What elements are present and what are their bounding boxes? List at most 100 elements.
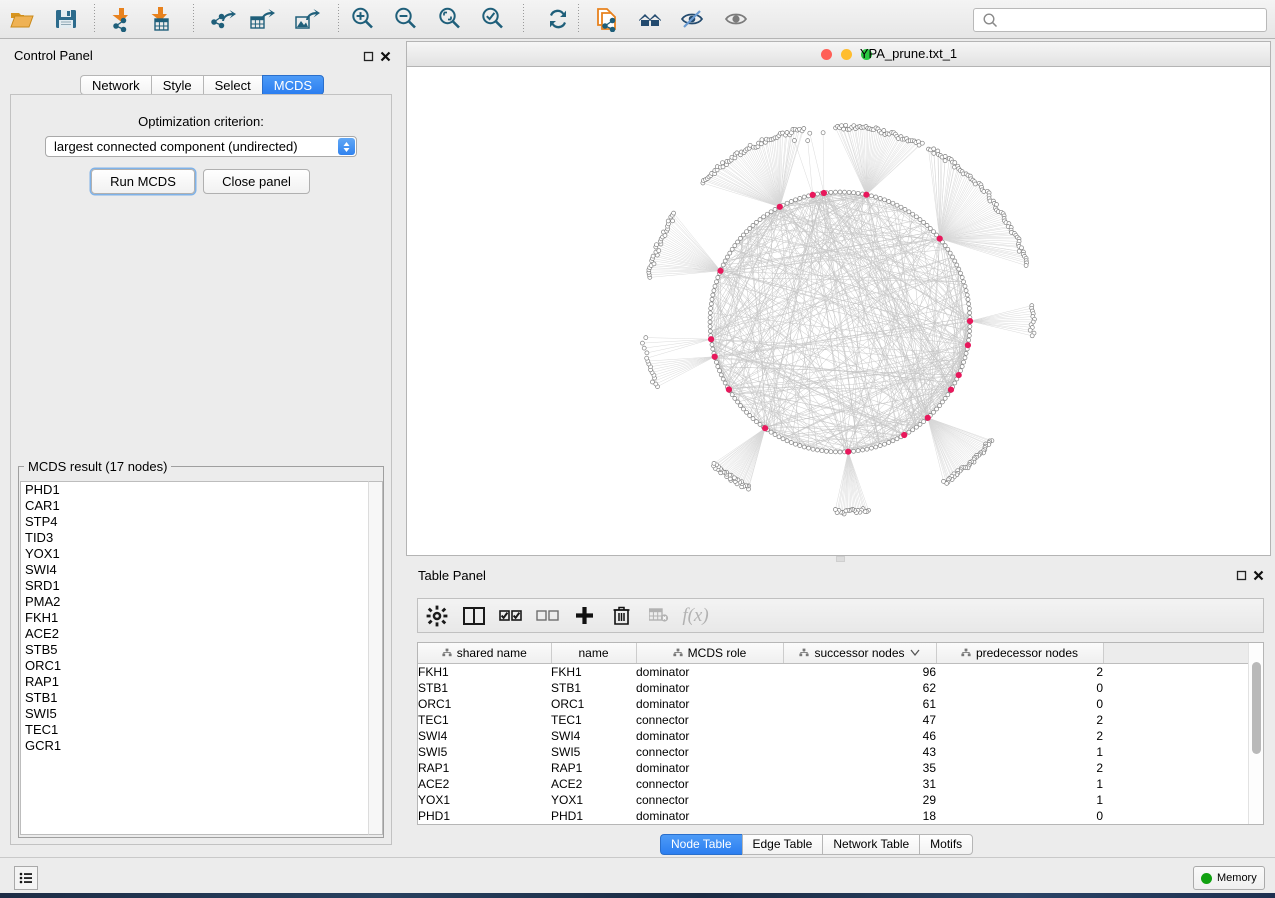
network-node[interactable]	[748, 414, 752, 418]
network-node[interactable]	[811, 447, 815, 451]
hub-node[interactable]	[863, 192, 869, 198]
mcds-result-item[interactable]: FKH1	[21, 610, 368, 626]
close-panel-button[interactable]: Close panel	[203, 169, 310, 194]
search-box[interactable]	[973, 8, 1267, 32]
network-node[interactable]	[943, 396, 947, 400]
network-node[interactable]	[798, 196, 802, 200]
network-node[interactable]	[723, 381, 727, 385]
table-tab-network-table[interactable]: Network Table	[822, 834, 919, 855]
leaf-node[interactable]	[721, 161, 725, 165]
network-node[interactable]	[820, 449, 824, 453]
network-node[interactable]	[946, 247, 950, 251]
network-node[interactable]	[883, 442, 887, 446]
network-node[interactable]	[834, 450, 838, 454]
control-panel-tab-network[interactable]: Network	[80, 75, 151, 95]
mcds-result-item[interactable]: STB1	[21, 690, 368, 706]
node-table-scrollbar-thumb[interactable]	[1252, 662, 1261, 754]
network-node[interactable]	[714, 360, 718, 364]
mcds-result-item[interactable]: RAP1	[21, 674, 368, 690]
network-node[interactable]	[911, 428, 915, 432]
leaf-node[interactable]	[672, 211, 676, 215]
network-node[interactable]	[802, 195, 806, 199]
network-node[interactable]	[718, 369, 722, 373]
export-table-icon[interactable]	[247, 5, 277, 33]
import-network-icon[interactable]	[107, 5, 137, 33]
network-node[interactable]	[856, 191, 860, 195]
network-node[interactable]	[838, 190, 842, 194]
network-node[interactable]	[824, 449, 828, 453]
network-node[interactable]	[754, 420, 758, 424]
mcds-result-list[interactable]: PHD1CAR1STP4TID3YOX1SWI4SRD1PMA2FKH1ACE2…	[20, 481, 368, 835]
network-node[interactable]	[834, 190, 838, 194]
hub-node[interactable]	[967, 318, 973, 324]
column-header[interactable]: MCDS role	[636, 643, 783, 664]
leaf-node[interactable]	[1028, 328, 1032, 332]
network-node[interactable]	[967, 302, 971, 306]
network-node[interactable]	[964, 351, 968, 355]
network-node[interactable]	[794, 442, 798, 446]
network-node[interactable]	[711, 347, 715, 351]
mcds-result-item[interactable]: TID3	[21, 530, 368, 546]
network-node[interactable]	[887, 441, 891, 445]
chevron-updown-icon[interactable]	[338, 138, 355, 155]
network-node[interactable]	[773, 433, 777, 437]
network-node[interactable]	[802, 445, 806, 449]
network-node[interactable]	[773, 207, 777, 211]
network-node[interactable]	[891, 439, 895, 443]
network-node[interactable]	[852, 191, 856, 195]
table-row[interactable]: PHD1PHD1dominator180	[418, 808, 1248, 824]
network-node[interactable]	[769, 210, 773, 214]
mcds-result-item[interactable]: PMA2	[21, 594, 368, 610]
hub-node[interactable]	[717, 268, 723, 274]
leaf-node[interactable]	[651, 254, 655, 258]
mcds-result-item[interactable]: YOX1	[21, 546, 368, 562]
task-list-button[interactable]	[14, 866, 38, 890]
column-header[interactable]: successor nodes	[783, 643, 936, 664]
network-node[interactable]	[765, 212, 769, 216]
network-node[interactable]	[789, 441, 793, 445]
deselect-all-icon[interactable]	[529, 599, 566, 632]
table-tab-edge-table[interactable]: Edge Table	[742, 834, 823, 855]
network-node[interactable]	[887, 200, 891, 204]
network-node[interactable]	[741, 233, 745, 237]
network-node[interactable]	[965, 293, 969, 297]
network-node[interactable]	[785, 201, 789, 205]
leaf-node[interactable]	[640, 341, 644, 345]
table-row[interactable]: SWI4SWI4dominator462	[418, 728, 1248, 744]
hub-node[interactable]	[948, 387, 954, 393]
network-node[interactable]	[716, 365, 720, 369]
export-network-icon[interactable]	[209, 5, 239, 33]
network-node[interactable]	[922, 420, 926, 424]
hub-node[interactable]	[845, 449, 851, 455]
network-node[interactable]	[932, 410, 936, 414]
network-node[interactable]	[789, 200, 793, 204]
network-node[interactable]	[967, 334, 971, 338]
network-node[interactable]	[967, 338, 971, 342]
table-row[interactable]: ACE2ACE2connector311	[418, 776, 1248, 792]
hub-node[interactable]	[810, 192, 816, 198]
network-node[interactable]	[751, 417, 755, 421]
leaf-node[interactable]	[671, 219, 675, 223]
mcds-result-item[interactable]: SWI4	[21, 562, 368, 578]
network-node[interactable]	[708, 320, 712, 324]
network-node[interactable]	[852, 449, 856, 453]
network-node[interactable]	[869, 194, 873, 198]
hide-unselected-icon[interactable]	[678, 5, 708, 33]
network-node[interactable]	[745, 410, 749, 414]
table-row[interactable]: YOX1YOX1connector291	[418, 792, 1248, 808]
network-node[interactable]	[963, 284, 967, 288]
hub-node[interactable]	[937, 236, 943, 242]
leaf-node[interactable]	[932, 151, 936, 155]
mcds-result-item[interactable]: TEC1	[21, 722, 368, 738]
network-node[interactable]	[709, 306, 713, 310]
network-node[interactable]	[758, 218, 762, 222]
leaf-node[interactable]	[932, 147, 936, 151]
network-node[interactable]	[953, 381, 957, 385]
network-node[interactable]	[856, 449, 860, 453]
network-node[interactable]	[891, 201, 895, 205]
leaf-node[interactable]	[1017, 249, 1021, 253]
network-node[interactable]	[966, 297, 970, 301]
network-node[interactable]	[798, 444, 802, 448]
leaf-node[interactable]	[953, 161, 957, 165]
leaf-node[interactable]	[666, 219, 670, 223]
